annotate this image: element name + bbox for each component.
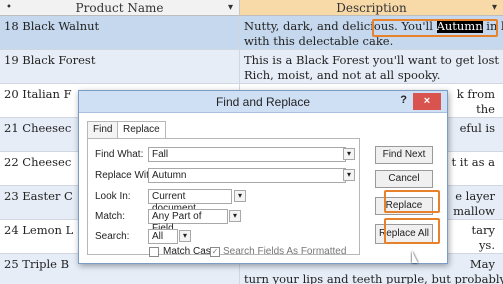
find-what-input[interactable]: Fall bbox=[148, 147, 346, 162]
tab-replace[interactable]: Replace bbox=[117, 121, 166, 139]
chevron-down-icon[interactable]: ▾ bbox=[179, 230, 191, 242]
description-text: k from bbox=[456, 87, 495, 101]
dialog-title: Find and Replace bbox=[215, 95, 311, 109]
search-formatted-label: Search Fields As Formatted bbox=[223, 246, 347, 257]
look-in-label: Look In: bbox=[95, 191, 131, 202]
description-text: turn your lips and teeth purple, but pro… bbox=[244, 272, 503, 284]
chevron-down-icon[interactable]: ▾ bbox=[492, 0, 497, 16]
description-text: mallow bbox=[453, 204, 495, 218]
chevron-down-icon[interactable]: ▾ bbox=[343, 148, 355, 160]
description-text: eful is bbox=[459, 121, 495, 135]
match-label: Match: bbox=[95, 211, 126, 222]
column-header-description[interactable]: Description ▾ bbox=[240, 0, 503, 16]
search-formatted-checkbox[interactable]: ✓ bbox=[210, 247, 220, 257]
column-header-description-label: Description bbox=[336, 1, 407, 15]
table-row[interactable]: 19 Black Forest This is a Black Forest y… bbox=[0, 50, 503, 84]
help-icon[interactable]: ? bbox=[400, 94, 407, 106]
find-next-button[interactable]: Find Next bbox=[375, 146, 433, 164]
description-text: ys. bbox=[478, 238, 495, 252]
search-select[interactable]: All bbox=[148, 229, 178, 244]
look-in-select[interactable]: Current document bbox=[148, 189, 232, 214]
column-header-product[interactable]: • Product Name ▾ bbox=[0, 0, 240, 16]
product-cell[interactable]: 18 Black Walnut bbox=[0, 16, 240, 49]
chevron-down-icon[interactable]: ▾ bbox=[234, 190, 246, 202]
replaced-text-callout bbox=[372, 19, 498, 37]
tab-find[interactable]: Find bbox=[87, 121, 119, 138]
mouse-cursor-icon bbox=[412, 251, 418, 263]
find-what-label: Find What: bbox=[95, 149, 144, 160]
description-text: with this delectable cake. bbox=[244, 34, 394, 48]
chevron-down-icon[interactable]: ▾ bbox=[228, 0, 233, 16]
chevron-down-icon[interactable]: ▾ bbox=[229, 210, 241, 222]
description-text: This is a Black Forest you'll want to ge… bbox=[244, 53, 503, 67]
description-text: May bbox=[469, 257, 495, 271]
product-cell[interactable]: 19 Black Forest bbox=[0, 50, 240, 83]
dialog-titlebar[interactable]: Find and Replace ? × bbox=[79, 91, 447, 113]
cancel-button[interactable]: Cancel bbox=[375, 170, 433, 188]
close-button[interactable]: × bbox=[413, 93, 441, 110]
description-cell[interactable]: This is a Black Forest you'll want to ge… bbox=[240, 50, 503, 83]
replace-with-input[interactable]: Autumn bbox=[148, 168, 346, 183]
search-label: Search: bbox=[95, 231, 130, 242]
description-text: e layer bbox=[455, 189, 495, 203]
replace-all-callout bbox=[384, 218, 440, 244]
match-select[interactable]: Any Part of Field bbox=[148, 209, 228, 234]
description-text: Rich, moist, and not at all spooky. bbox=[244, 68, 441, 82]
description-text: t it as a bbox=[451, 155, 495, 169]
replace-button-callout bbox=[384, 190, 440, 213]
match-case-checkbox[interactable] bbox=[149, 247, 159, 257]
column-header-product-label: Product Name bbox=[75, 1, 164, 15]
match-case-label: Match Case bbox=[163, 246, 217, 257]
description-text: tary bbox=[471, 223, 495, 237]
chevron-down-icon[interactable]: ▾ bbox=[343, 169, 355, 181]
description-text: the bbox=[476, 102, 495, 116]
